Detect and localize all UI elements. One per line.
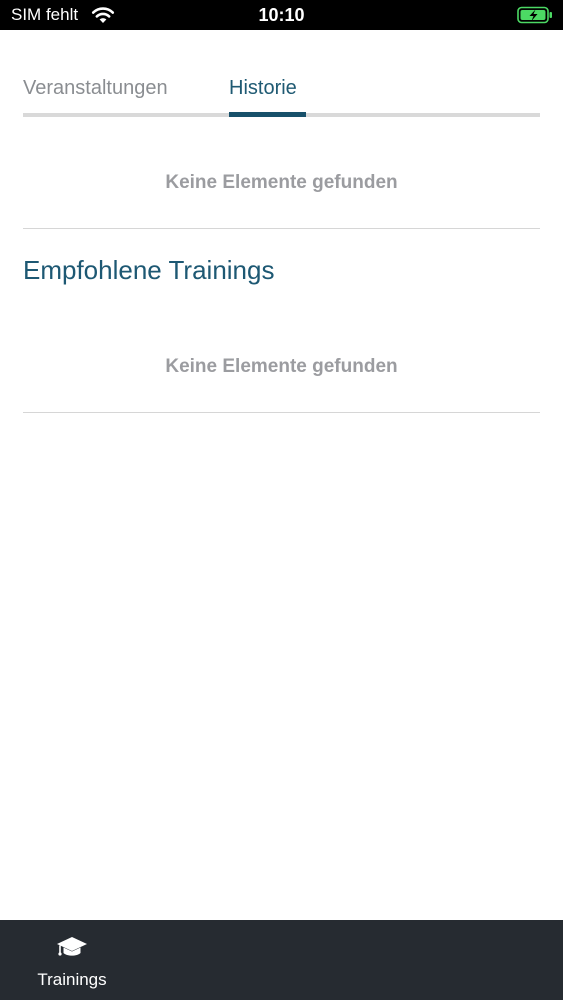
recommended-trainings-title: Empfohlene Trainings <box>23 255 275 285</box>
status-bar: SIM fehlt 10:10 <box>0 0 563 30</box>
battery-charging-icon <box>517 6 552 24</box>
tab-bar-top: Veranstaltungen Historie <box>23 60 540 118</box>
tab-veranstaltungen[interactable]: Veranstaltungen <box>23 60 203 116</box>
bottom-navigation: Trainings <box>0 920 563 1000</box>
history-empty-message: Keine Elemente gefunden <box>165 172 398 193</box>
nav-item-label: Trainings <box>37 970 107 989</box>
section-divider <box>23 412 540 413</box>
active-tab-indicator <box>229 112 306 117</box>
tab-historie[interactable]: Historie <box>229 60 306 116</box>
graduation-cap-icon <box>57 937 87 956</box>
nav-item-trainings[interactable]: Trainings <box>25 920 119 1000</box>
section-divider <box>23 228 540 229</box>
recommended-empty-message: Keine Elemente gefunden <box>165 356 398 377</box>
status-time: 10:10 <box>258 5 305 25</box>
